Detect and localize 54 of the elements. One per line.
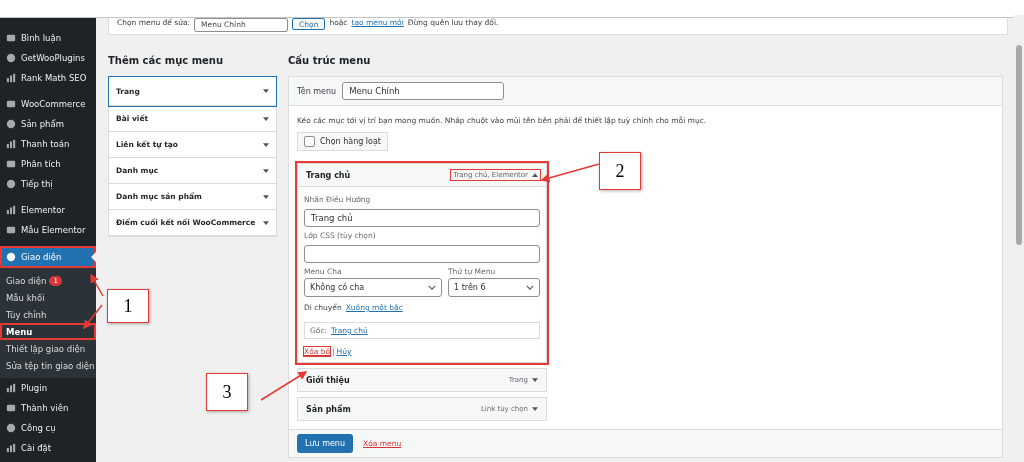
sidebar-item[interactable]: Mẫu Elementor <box>0 220 96 240</box>
menu-item-title: Giới thiệu <box>306 375 350 385</box>
section-title: Cấu trúc menu <box>288 55 372 66</box>
menu-item-title: Trang chủ <box>306 170 351 180</box>
caret-icon <box>263 116 269 121</box>
sidebar-item[interactable]: Rank Math SEO <box>0 68 96 88</box>
sidebar-item[interactable]: Cài đặt <box>0 438 96 458</box>
order-select[interactable]: 1 trên 6 <box>448 278 540 297</box>
section-title: Thêm các mục menu <box>108 55 225 66</box>
caret-icon <box>532 378 538 382</box>
bulk-select-button[interactable]: Chọn hàng loạt <box>297 132 388 151</box>
arrow <box>90 273 104 297</box>
sidebar-item[interactable]: Tiếp thị <box>0 174 96 194</box>
sidebar-item[interactable]: Elementor <box>0 200 96 220</box>
sidebar-item[interactable]: Thanh toán <box>0 134 96 154</box>
callout-number: 2 <box>599 152 641 190</box>
save-menu-button[interactable]: Lưu menu <box>297 434 353 453</box>
submenu-item[interactable]: Thiết lập giao diện <box>0 340 96 357</box>
menu-name-field[interactable]: Menu Chính <box>342 82 505 100</box>
bar-chart-icon <box>6 159 16 169</box>
navigation-label-field[interactable]: Trang chủ <box>304 209 540 227</box>
submenu-item[interactable]: Menu <box>0 323 96 340</box>
caret-icon <box>263 142 269 147</box>
sidebar-item[interactable]: Bình luận <box>0 28 96 48</box>
submenu-item[interactable]: Sửa tệp tin giao diện <box>0 357 96 374</box>
checkbox[interactable] <box>304 136 315 147</box>
caret-icon <box>532 407 538 411</box>
caret-icon <box>263 89 269 93</box>
chevron-down-icon <box>428 285 436 290</box>
sidebar-item[interactable]: Công cụ <box>0 418 96 438</box>
field-label: Tên menu <box>297 86 337 96</box>
bars-icon <box>6 73 16 83</box>
submenu-item[interactable]: Mẫu khối <box>0 289 96 306</box>
sidebar-item[interactable]: Sản phẩm <box>0 114 96 134</box>
sidebar-item[interactable]: Giao diện <box>0 246 96 268</box>
callout-number: 1 <box>107 289 149 323</box>
submenu-item[interactable]: Tùy chỉnh <box>0 306 96 323</box>
chevron-down-icon <box>526 285 534 290</box>
caret-icon <box>263 168 269 173</box>
menu-item-title: Sản phẩm <box>306 404 351 414</box>
sidebar-item[interactable]: Thành viên <box>0 398 96 418</box>
arrow <box>83 304 103 330</box>
arrow <box>540 163 600 183</box>
caret-up-icon <box>532 173 538 177</box>
sidebar-item[interactable]: GetWooPlugins <box>0 48 96 68</box>
parent-select[interactable]: Không có cha <box>304 278 442 297</box>
sidebar-item[interactable]: WooCommerce <box>0 94 96 114</box>
caret-icon <box>263 220 269 225</box>
sidebar-item[interactable]: Phân tích <box>0 154 96 174</box>
callout-number: 3 <box>206 373 248 411</box>
arrow <box>260 371 308 401</box>
caret-icon <box>263 194 269 199</box>
css-class-field[interactable] <box>304 245 540 263</box>
sidebar-item[interactable]: Plugin <box>0 378 96 398</box>
